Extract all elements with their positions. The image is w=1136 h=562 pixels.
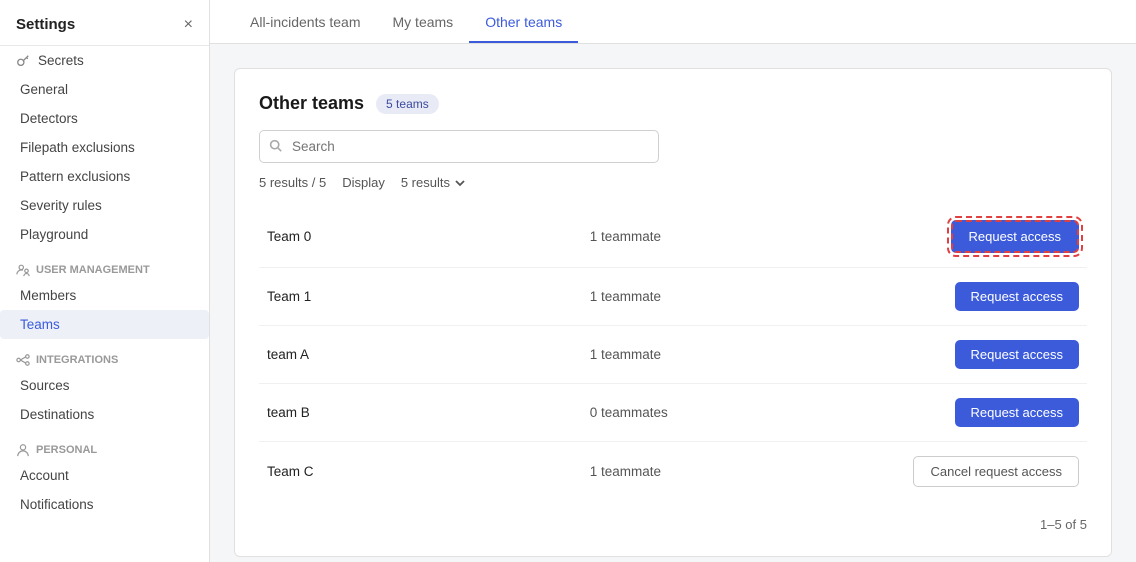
sidebar-item-members[interactable]: Members	[0, 281, 209, 310]
sidebar-item-playground[interactable]: Playground	[0, 220, 209, 249]
request-access-button[interactable]: Request access	[955, 282, 1080, 311]
pagination-text: 1–5 of 5	[1040, 517, 1087, 532]
tab-all-incidents[interactable]: All-incidents team	[234, 0, 377, 43]
team-name: Team C	[259, 442, 582, 502]
display-dropdown[interactable]: 5 results	[401, 175, 466, 190]
results-count: 5 results / 5	[259, 175, 326, 190]
sidebar-item-account[interactable]: Account	[0, 461, 209, 490]
sidebar-item-notifications[interactable]: Notifications	[0, 490, 209, 519]
table-row: Team C 1 teammate Cancel request access	[259, 442, 1087, 502]
tab-other-teams[interactable]: Other teams	[469, 0, 578, 43]
integrations-icon	[16, 353, 30, 367]
sidebar-item-general-label: General	[20, 82, 68, 97]
team-action: Request access	[905, 326, 1087, 384]
sidebar-item-playground-label: Playground	[20, 227, 88, 242]
search-input[interactable]	[259, 130, 659, 163]
team-action: Request access	[905, 206, 1087, 268]
sidebar-item-destinations[interactable]: Destinations	[0, 400, 209, 429]
sidebar-item-members-label: Members	[20, 288, 76, 303]
sidebar-header: Settings ×	[0, 0, 209, 46]
sidebar-item-notifications-label: Notifications	[20, 497, 94, 512]
section-personal: Personal	[0, 429, 209, 461]
request-access-button[interactable]: Request access	[955, 398, 1080, 427]
table-row: team A 1 teammate Request access	[259, 326, 1087, 384]
team-name: team B	[259, 384, 582, 442]
table-row: Team 0 1 teammate Request access	[259, 206, 1087, 268]
key-icon	[16, 54, 30, 68]
sidebar-item-destinations-label: Destinations	[20, 407, 94, 422]
search-icon	[269, 139, 282, 155]
sidebar-item-filepath-label: Filepath exclusions	[20, 140, 135, 155]
sidebar-item-teams[interactable]: Teams	[0, 310, 209, 339]
content-area: Other teams 5 teams 5 results / 5 Displa…	[210, 44, 1136, 562]
display-value: 5 results	[401, 175, 450, 190]
search-bar	[259, 130, 1087, 163]
team-members: 0 teammates	[582, 384, 906, 442]
team-name: Team 0	[259, 206, 582, 268]
team-action: Request access	[905, 268, 1087, 326]
section-user-management: User management	[0, 249, 209, 281]
section-title: Other teams	[259, 93, 364, 114]
chevron-down-icon	[454, 177, 466, 189]
main-content: All-incidents team My teams Other teams …	[210, 0, 1136, 562]
pagination: 1–5 of 5	[259, 509, 1087, 532]
sidebar-item-filepath-exclusions[interactable]: Filepath exclusions	[0, 133, 209, 162]
sidebar-item-secrets[interactable]: Secrets	[0, 46, 209, 75]
display-label: Display	[342, 175, 385, 190]
sidebar-item-teams-label: Teams	[20, 317, 60, 332]
sidebar-item-sources-label: Sources	[20, 378, 70, 393]
tab-my-teams[interactable]: My teams	[377, 0, 470, 43]
sidebar-item-pattern-exclusions[interactable]: Pattern exclusions	[0, 162, 209, 191]
teams-count-badge: 5 teams	[376, 94, 439, 114]
sidebar-item-secrets-label: Secrets	[38, 53, 84, 68]
sidebar-item-general[interactable]: General	[0, 75, 209, 104]
users-icon	[16, 263, 30, 277]
sidebar-item-detectors[interactable]: Detectors	[0, 104, 209, 133]
team-name: team A	[259, 326, 582, 384]
sidebar-item-pattern-label: Pattern exclusions	[20, 169, 130, 184]
team-action: Cancel request access	[905, 442, 1087, 502]
sidebar-item-severity-label: Severity rules	[20, 198, 102, 213]
teams-card: Other teams 5 teams 5 results / 5 Displa…	[234, 68, 1112, 557]
sidebar-item-account-label: Account	[20, 468, 69, 483]
sidebar-item-sources[interactable]: Sources	[0, 371, 209, 400]
sidebar-item-detectors-label: Detectors	[20, 111, 78, 126]
tabs-bar: All-incidents team My teams Other teams	[210, 0, 1136, 44]
person-icon	[16, 443, 30, 457]
team-members: 1 teammate	[582, 442, 906, 502]
results-bar: 5 results / 5 Display 5 results	[259, 175, 1087, 190]
table-row: Team 1 1 teammate Request access	[259, 268, 1087, 326]
sidebar-title: Settings	[16, 16, 75, 33]
team-members: 1 teammate	[582, 268, 906, 326]
section-integrations: Integrations	[0, 339, 209, 371]
cancel-request-button[interactable]: Cancel request access	[913, 456, 1079, 487]
team-name: Team 1	[259, 268, 582, 326]
table-row: team B 0 teammates Request access	[259, 384, 1087, 442]
request-access-button[interactable]: Request access	[955, 340, 1080, 369]
team-members: 1 teammate	[582, 326, 906, 384]
request-access-button[interactable]: Request access	[951, 220, 1080, 253]
section-header: Other teams 5 teams	[259, 93, 1087, 114]
sidebar: Settings × Secrets General Detectors Fil…	[0, 0, 210, 562]
sidebar-item-severity-rules[interactable]: Severity rules	[0, 191, 209, 220]
team-action: Request access	[905, 384, 1087, 442]
team-members: 1 teammate	[582, 206, 906, 268]
teams-table: Team 0 1 teammate Request access Team 1 …	[259, 206, 1087, 501]
sidebar-close-button[interactable]: ×	[184, 17, 193, 33]
